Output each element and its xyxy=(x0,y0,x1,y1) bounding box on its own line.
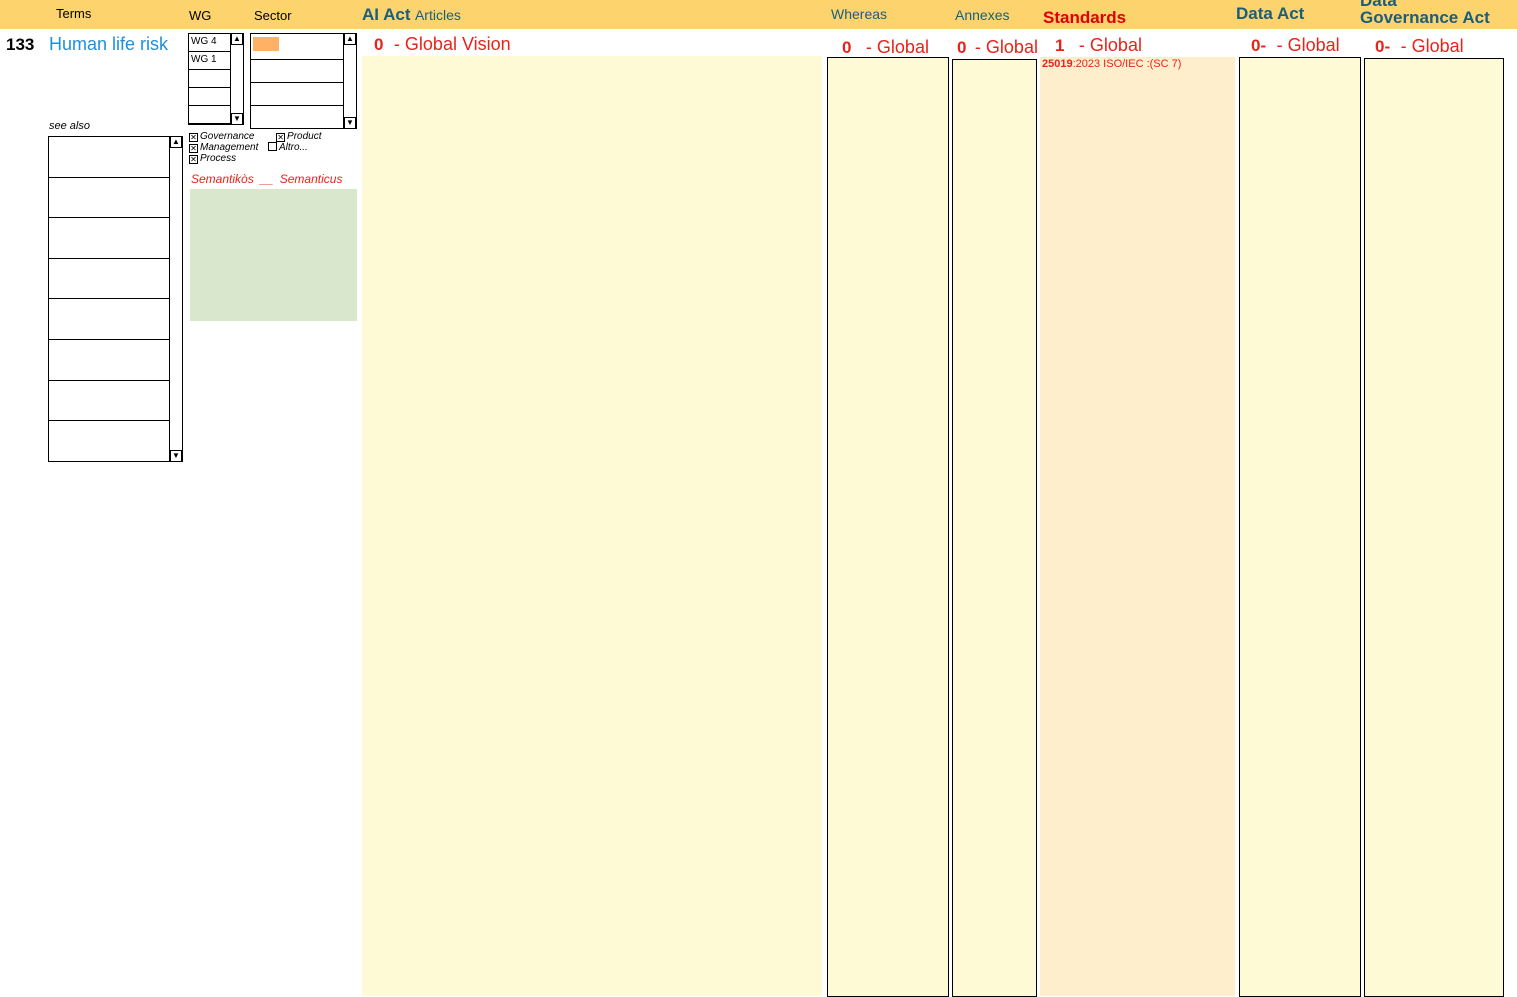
ai-act-count: 0 xyxy=(374,35,384,54)
see-also-scrollbar[interactable]: ▲ ▼ xyxy=(169,136,182,462)
sector-list-item[interactable] xyxy=(251,106,344,129)
standards-entry[interactable]: 25019:2023 ISO/IEC :(SC 7) xyxy=(1040,57,1235,70)
scroll-down-icon[interactable]: ▼ xyxy=(170,450,182,462)
data-gov-panel[interactable] xyxy=(1364,58,1504,997)
wg-list-item[interactable] xyxy=(189,88,231,106)
standards-panel[interactable]: 25019:2023 ISO/IEC :(SC 7) xyxy=(1040,57,1235,996)
data-act-panel[interactable] xyxy=(1239,57,1361,997)
ai-act-summary: 0 - Global Vision xyxy=(374,34,511,55)
see-also-item[interactable] xyxy=(49,381,170,422)
header-wg: WG xyxy=(189,8,212,23)
checkbox-governance[interactable]: ✕ Governance xyxy=(189,131,254,142)
annexes-label: - Global xyxy=(974,37,1038,57)
scroll-up-icon[interactable]: ▲ xyxy=(231,33,243,45)
header-articles: Articles xyxy=(414,7,461,23)
annexes-panel[interactable] xyxy=(952,59,1037,997)
checkbox-governance-box[interactable]: ✕ xyxy=(189,133,198,142)
checkbox-management-box[interactable]: ✕ xyxy=(189,144,198,153)
standards-count: 1 xyxy=(1055,36,1065,55)
term-number: 133 xyxy=(6,35,35,54)
checkbox-process-box[interactable]: ✕ xyxy=(189,155,198,164)
see-also-item[interactable] xyxy=(49,299,170,340)
header-data-governance-act: Data Governance Act xyxy=(1360,0,1490,26)
checkbox-process[interactable]: ✕ Process xyxy=(189,153,236,164)
sector-list-item[interactable] xyxy=(251,60,344,83)
scroll-up-icon[interactable]: ▲ xyxy=(344,33,356,45)
standards-entry-text: :2023 ISO/IEC :(SC 7) xyxy=(1072,58,1182,70)
data-act-count: 0- xyxy=(1251,36,1267,55)
checkbox-altro[interactable]: Altro... xyxy=(267,142,308,153)
standards-entry-code: 25019 xyxy=(1042,58,1073,70)
header-whereas: Whereas xyxy=(831,6,888,22)
sector-list-item[interactable] xyxy=(251,37,344,60)
wg-list-item[interactable]: WG 1 xyxy=(189,52,231,70)
data-gov-count: 0- xyxy=(1375,37,1391,56)
term-name-link[interactable]: Human life risk xyxy=(49,34,168,55)
header-terms: Terms xyxy=(56,6,92,21)
see-also-item[interactable] xyxy=(49,218,170,259)
checkbox-product-box[interactable]: ✕ xyxy=(276,133,286,142)
ai-act-label: - Global Vision xyxy=(393,34,511,54)
checkbox-altro-box[interactable] xyxy=(267,142,277,151)
scroll-down-icon[interactable]: ▼ xyxy=(344,117,356,129)
sector-selected-swatch xyxy=(253,37,279,51)
header-data-act: Data Act xyxy=(1236,4,1305,23)
data-gov-summary: 0- - Global xyxy=(1375,36,1464,57)
scroll-down-icon[interactable]: ▼ xyxy=(231,113,243,125)
wg-list-item[interactable] xyxy=(189,106,231,124)
header-ai-act: AI Act Articles xyxy=(362,5,461,25)
wg-list-item[interactable] xyxy=(189,70,231,88)
see-also-item[interactable] xyxy=(49,137,170,178)
see-also-listbox[interactable]: ▲ ▼ xyxy=(48,136,183,462)
see-also-item[interactable] xyxy=(49,259,170,300)
header-standards: Standards xyxy=(1043,8,1127,27)
semantics-label: Semantikòs __ Semanticus xyxy=(191,172,343,186)
sector-list-item[interactable] xyxy=(251,83,344,106)
data-act-summary: 0- - Global xyxy=(1251,35,1340,56)
sector-scrollbar[interactable]: ▲ ▼ xyxy=(343,33,356,129)
annexes-count: 0 xyxy=(957,38,967,57)
whereas-panel[interactable] xyxy=(827,57,949,997)
semantics-textarea[interactable] xyxy=(190,189,357,321)
header-ai-act-title: AI Act xyxy=(362,5,411,24)
data-gov-label: - Global xyxy=(1400,36,1464,56)
header-sector: Sector xyxy=(254,8,292,23)
whereas-count: 0 xyxy=(842,38,852,57)
header-data-gov-line2: Governance Act xyxy=(1360,8,1490,27)
see-also-label: see also xyxy=(49,120,90,132)
see-also-item[interactable] xyxy=(49,421,170,462)
standards-summary: 1 - Global xyxy=(1055,35,1142,56)
standards-label: - Global xyxy=(1078,35,1142,55)
see-also-item[interactable] xyxy=(49,340,170,381)
wg-listbox[interactable]: WG 4 WG 1 ▲ ▼ xyxy=(188,33,244,125)
checkbox-product[interactable]: ✕ Product xyxy=(276,131,322,142)
wg-list-item[interactable]: WG 4 xyxy=(189,34,231,52)
checkbox-management[interactable]: ✕ Management xyxy=(189,142,258,153)
wg-scrollbar[interactable]: ▲ ▼ xyxy=(230,33,243,125)
whereas-summary: 0 - Global xyxy=(842,37,929,58)
data-act-label: - Global xyxy=(1276,35,1340,55)
see-also-item[interactable] xyxy=(49,178,170,219)
header-annexes: Annexes xyxy=(955,7,1010,23)
scroll-up-icon[interactable]: ▲ xyxy=(170,136,182,148)
sector-listbox[interactable]: ▲ ▼ xyxy=(250,33,357,129)
whereas-label: - Global xyxy=(865,37,929,57)
category-checkboxes: ✕ Governance ✕ Product ✕ Management Altro..… xyxy=(189,131,322,164)
annexes-summary: 0 - Global xyxy=(957,37,1038,58)
ai-act-panel[interactable] xyxy=(362,56,822,996)
